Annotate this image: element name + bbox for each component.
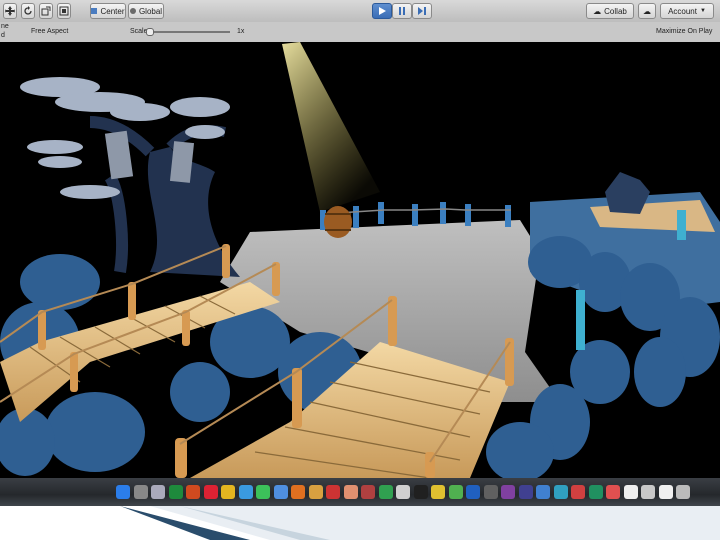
cloud-icon: ☁ <box>643 6 651 16</box>
app-icon[interactable] <box>518 485 533 499</box>
aspect-dropdown[interactable]: Free Aspect <box>31 28 68 35</box>
rotate-tool-button[interactable] <box>21 3 35 19</box>
twisted-tree <box>20 77 240 277</box>
app-icon[interactable] <box>483 485 498 499</box>
game-viewport[interactable] <box>0 42 720 478</box>
step-icon <box>418 7 426 15</box>
trash-icon[interactable] <box>676 485 690 499</box>
app-icon[interactable] <box>151 485 165 499</box>
scale-slider-track[interactable] <box>146 28 230 36</box>
game-view-toolbar: ne d Free Aspect Scale 1x Maximize On Pl… <box>0 22 720 43</box>
pivot-icon <box>91 8 98 14</box>
chevron-down-icon: ▼ <box>699 8 706 14</box>
app-icon[interactable] <box>361 485 375 499</box>
messages-icon[interactable] <box>256 485 270 499</box>
maximize-on-play-toggle[interactable]: Maximize On Play <box>656 28 712 35</box>
app-icon[interactable] <box>588 485 603 499</box>
app-icon[interactable] <box>623 485 638 499</box>
pause-button[interactable] <box>392 3 412 19</box>
scale-value: 1x <box>237 28 245 35</box>
app-icon[interactable] <box>308 485 323 499</box>
slide-decoration <box>120 506 720 540</box>
safari-icon[interactable] <box>238 485 253 499</box>
cloud-button[interactable]: ☁ <box>638 3 656 19</box>
app-icon[interactable] <box>431 485 445 499</box>
pivot-label: Center <box>100 6 125 16</box>
pivot-toggle-button[interactable]: Center <box>90 3 126 19</box>
panel-dropdown-fragment[interactable]: d <box>1 32 5 39</box>
panel-tab-fragment: ne <box>1 23 9 30</box>
collab-label: Collab <box>604 6 627 16</box>
app-icon[interactable] <box>606 485 620 499</box>
app-icon[interactable] <box>203 485 218 499</box>
spotlight-beam <box>282 42 380 212</box>
scale-tool-button[interactable] <box>39 3 53 19</box>
space-label: Global <box>138 6 163 16</box>
app-icon[interactable] <box>501 485 515 499</box>
scale-icon <box>41 6 51 16</box>
move-tool-button[interactable] <box>3 3 17 19</box>
play-button[interactable] <box>372 3 392 19</box>
app-icon[interactable] <box>291 485 305 499</box>
app-icon[interactable] <box>448 485 463 499</box>
rect-icon <box>59 6 69 16</box>
globe-icon <box>129 8 136 14</box>
app-icon[interactable] <box>326 485 340 499</box>
editor-toolbar: Center Global ☁ Collab ☁ Account ▼ <box>0 0 720 23</box>
dock <box>0 478 720 506</box>
play-icon <box>379 7 386 15</box>
taskbar-area <box>0 478 720 540</box>
cloud-check-icon: ☁ <box>593 6 602 16</box>
app-icon[interactable] <box>641 485 655 499</box>
scale-label: Scale <box>130 28 148 35</box>
app-icon[interactable] <box>413 485 428 499</box>
excel-icon[interactable] <box>168 485 183 499</box>
app-icon[interactable] <box>571 485 585 499</box>
account-button[interactable]: Account ▼ <box>660 3 714 19</box>
pause-icon <box>399 7 405 15</box>
launchpad-icon[interactable] <box>133 485 148 499</box>
app-icon[interactable] <box>553 485 568 499</box>
powerpoint-icon[interactable] <box>186 485 200 499</box>
step-button[interactable] <box>412 3 432 19</box>
app-icon[interactable] <box>658 485 673 499</box>
rect-tool-button[interactable] <box>57 3 71 19</box>
space-toggle-button[interactable]: Global <box>128 3 164 19</box>
chrome-icon[interactable] <box>221 485 235 499</box>
move-icon <box>5 6 15 16</box>
app-icon[interactable] <box>396 485 410 499</box>
barrel <box>324 206 352 238</box>
mail-icon[interactable] <box>273 485 288 499</box>
finder-icon[interactable] <box>116 485 130 499</box>
collab-button[interactable]: ☁ Collab <box>586 3 634 19</box>
app-icon[interactable] <box>378 485 393 499</box>
scale-slider-thumb[interactable] <box>146 28 154 36</box>
account-label: Account <box>668 6 697 16</box>
rotate-icon <box>24 6 32 15</box>
app-icon[interactable] <box>466 485 480 499</box>
app-icon[interactable] <box>536 485 550 499</box>
app-icon[interactable] <box>343 485 358 499</box>
